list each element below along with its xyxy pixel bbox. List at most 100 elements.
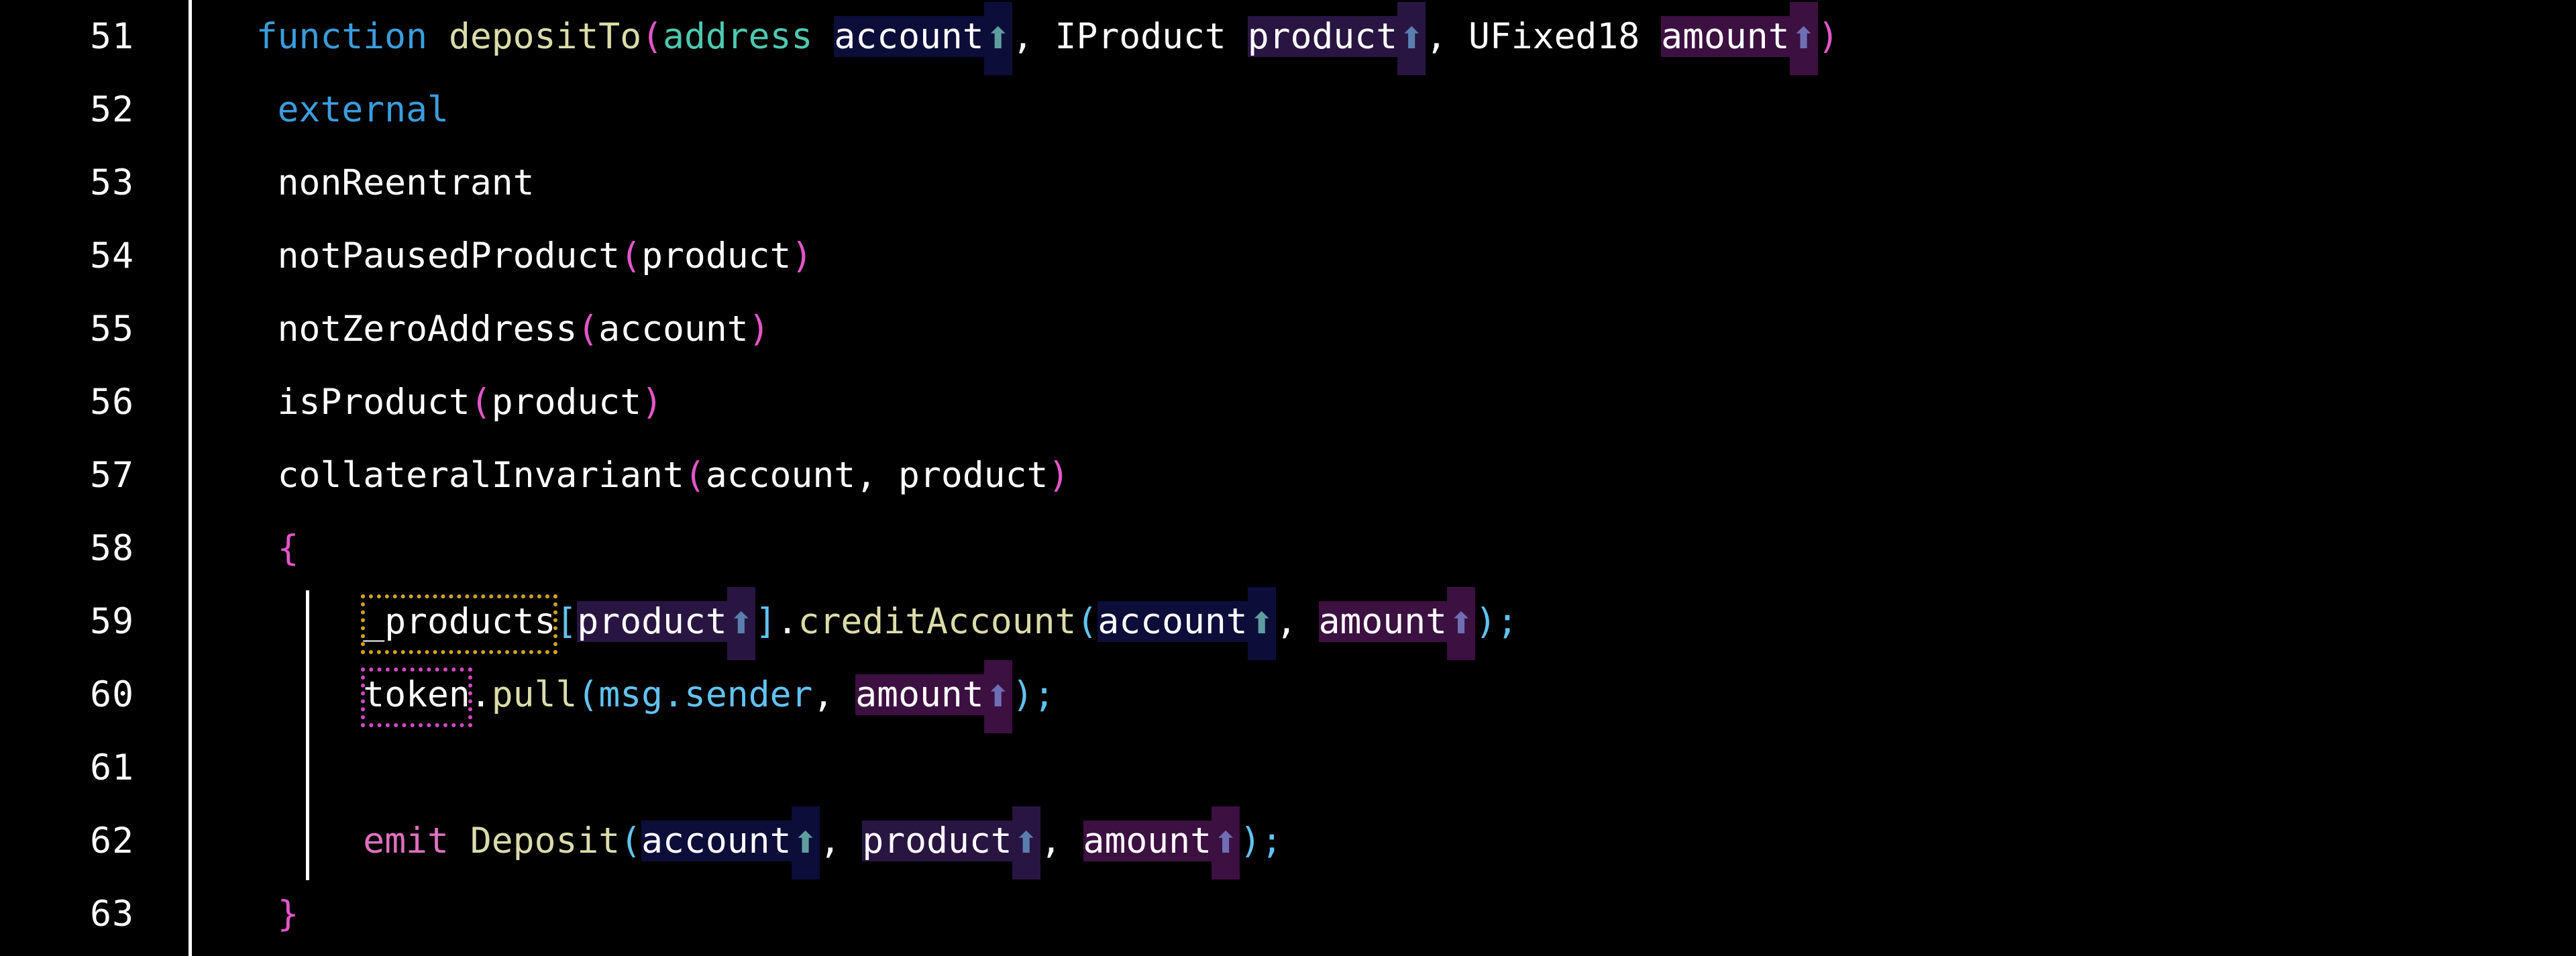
param-chip-product[interactable]: product — [862, 820, 1012, 861]
code-line-61[interactable] — [192, 731, 2576, 804]
code-line-56[interactable]: isProduct(product) — [192, 366, 2576, 439]
code-line-63[interactable]: } — [192, 878, 2576, 951]
line-number: 57 — [90, 455, 134, 496]
line-number: 58 — [90, 528, 134, 569]
close-brace: } — [277, 894, 299, 935]
modifier-isProduct: isProduct — [277, 382, 470, 423]
semicolon: ; — [1260, 820, 1283, 861]
comma: , — [1012, 16, 1055, 57]
method-pull: pull — [491, 674, 578, 715]
param-chip-amount[interactable]: amount — [1083, 820, 1212, 861]
code-line-51[interactable]: function depositTo(address account⬆, IPr… — [192, 0, 2576, 75]
line-number: 52 — [90, 89, 134, 130]
code-line-52[interactable]: external — [192, 73, 2576, 146]
param-chip-amount[interactable]: amount — [1318, 601, 1448, 642]
right-paren: ) — [1240, 820, 1261, 861]
member-dot: . — [663, 674, 684, 715]
comma: , — [1275, 601, 1319, 642]
modifier-arg: account — [598, 309, 749, 350]
semicolon: ; — [1496, 601, 1518, 642]
line-number: 51 — [90, 16, 134, 57]
code-line-54[interactable]: notPausedProduct(product) — [192, 219, 2576, 293]
code-line-55[interactable]: notZeroAddress(account) — [192, 293, 2576, 366]
up-arrow-icon: ⬆ — [1012, 806, 1040, 880]
code-line-62[interactable]: emit Deposit(account⬆, product⬆, amount⬆… — [192, 804, 2576, 880]
modifier-nonReentrant: nonReentrant — [277, 162, 535, 203]
modifier-arg: product — [491, 382, 642, 423]
comma: , — [1040, 820, 1083, 861]
left-paren: ( — [577, 309, 599, 350]
member-dot: . — [776, 601, 798, 642]
modifier-notZeroAddress: notZeroAddress — [277, 309, 578, 350]
up-arrow-icon: ⬆ — [1212, 806, 1240, 880]
highlighted-identifier-token[interactable]: token — [361, 658, 472, 731]
left-paren: ( — [620, 235, 642, 276]
up-arrow-icon: ⬆ — [791, 806, 820, 880]
left-paren: ( — [577, 674, 599, 715]
comma: , — [1426, 16, 1468, 57]
type-address: address — [663, 16, 813, 57]
code-content-area[interactable]: function depositTo(address account⬆, IPr… — [192, 0, 2576, 956]
modifier-arg: product — [641, 235, 792, 276]
right-paren: ) — [1012, 674, 1034, 715]
modifier-arg-account: account — [705, 455, 856, 496]
left-paren: ( — [620, 820, 642, 861]
keyword-emit: emit — [363, 820, 449, 861]
left-paren: ( — [1076, 601, 1098, 642]
member-dot: . — [470, 674, 492, 715]
event-name-Deposit: Deposit — [470, 820, 621, 861]
param-chip-amount[interactable]: amount — [855, 674, 984, 715]
left-paren: ( — [641, 16, 663, 57]
comma: , — [855, 455, 899, 496]
method-creditAccount: creditAccount — [798, 601, 1077, 642]
modifier-collateralInvariant: collateralInvariant — [277, 455, 684, 496]
param-chip-product[interactable]: product — [1247, 16, 1398, 57]
line-number: 63 — [90, 894, 134, 935]
line-number: 55 — [90, 309, 134, 350]
line-number: 59 — [90, 601, 134, 642]
code-line-59[interactable]: _products[product⬆].creditAccount(accoun… — [192, 585, 2576, 660]
modifier-arg-product: product — [898, 455, 1049, 496]
line-number: 54 — [90, 235, 134, 276]
param-chip-account[interactable]: account — [641, 820, 792, 861]
param-chip-account[interactable]: account — [1097, 601, 1248, 642]
highlighted-identifier-_products[interactable]: _products — [361, 585, 558, 658]
code-line-53[interactable]: nonReentrant — [192, 146, 2576, 219]
comma: , — [812, 674, 856, 715]
up-arrow-icon: ⬆ — [1397, 2, 1426, 75]
msg-object: msg — [598, 674, 663, 715]
left-paren: ( — [470, 382, 492, 423]
right-paren: ) — [1048, 455, 1070, 496]
type-iproduct: IProduct — [1055, 16, 1226, 57]
up-arrow-icon: ⬆ — [1247, 587, 1276, 660]
right-paren: ) — [1475, 601, 1497, 642]
code-line-58[interactable]: { — [192, 512, 2576, 585]
code-editor[interactable]: 51 52 53 54 55 56 57 58 59 60 61 62 63 f… — [0, 0, 2576, 956]
param-chip-amount[interactable]: amount — [1661, 16, 1790, 57]
line-number: 56 — [90, 382, 134, 423]
right-paren: ) — [1817, 16, 1839, 57]
param-chip-account[interactable]: account — [834, 16, 984, 57]
code-line-60[interactable]: token.pull(msg.sender, amount⬆); — [192, 658, 2576, 733]
param-chip-product[interactable]: product — [577, 601, 727, 642]
code-line-57[interactable]: collateralInvariant(account, product) — [192, 439, 2576, 512]
up-arrow-icon: ⬆ — [983, 660, 1012, 733]
msg-sender: sender — [684, 674, 813, 715]
right-paren: ) — [748, 309, 770, 350]
modifier-external: external — [277, 89, 449, 130]
